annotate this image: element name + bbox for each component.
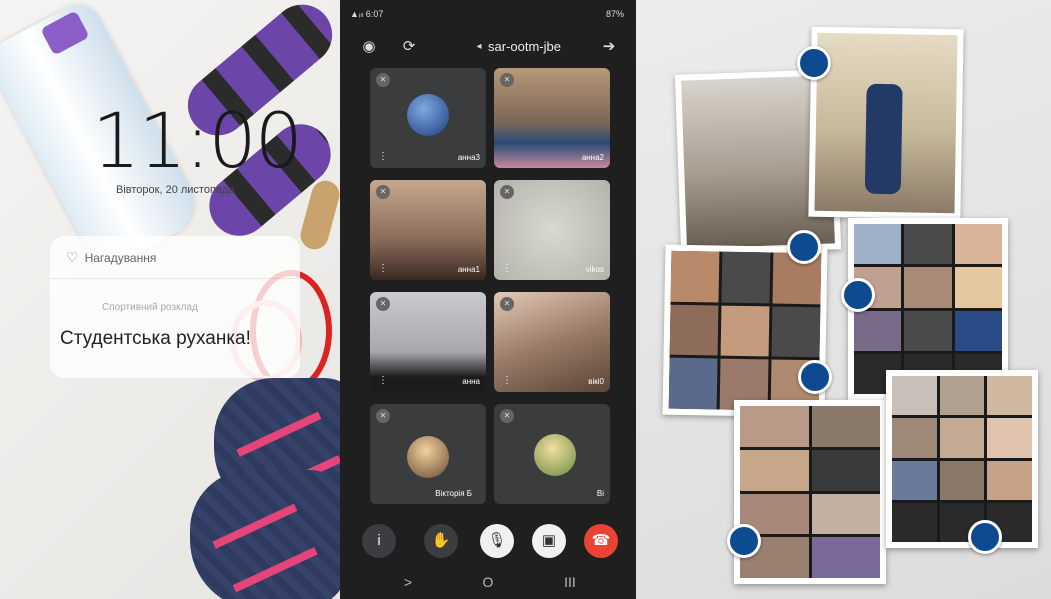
mic-off-icon: ✕ [376, 297, 390, 311]
mic-off-icon: ✕ [500, 297, 514, 311]
back-nav-button[interactable]: > [396, 574, 420, 590]
reminder-notification[interactable]: ♡ Нагадування Спортивний розклад Студент… [50, 236, 300, 378]
meeting-screenshot [662, 244, 828, 418]
mic-off-icon: ✕ [376, 409, 390, 423]
notification-app: Нагадування [84, 250, 157, 265]
more-options-icon[interactable]: ⋮ [378, 151, 388, 162]
participant-tile[interactable]: ✕ Вікторія Б [370, 404, 486, 504]
notification-header: ♡ Нагадування [66, 249, 156, 266]
marker-dot [797, 46, 831, 80]
meeting-code[interactable]: sar-ootm-jbe [488, 39, 561, 54]
android-nav-bar: > O III [340, 570, 636, 598]
participant-name: анна3 [457, 153, 480, 162]
divider [50, 278, 300, 279]
exercise-photo [808, 26, 964, 220]
participant-tile[interactable]: ✕ анна2 [494, 68, 610, 168]
marker-dot [727, 524, 761, 558]
participant-tile[interactable]: ✕ ⋮ анна3 [370, 68, 486, 168]
lockscreen-panel: 11:00 Вівторок, 20 листопада ♡ Нагадуван… [0, 0, 340, 599]
meeting-screenshot [734, 400, 886, 584]
meeting-toolbar: ◉ ⟳ ◂ sar-ootm-jbe ➔ [340, 32, 636, 62]
more-options-icon[interactable]: ⋮ [502, 375, 512, 386]
avatar [407, 436, 449, 478]
end-call-button[interactable]: ☎ [584, 524, 618, 558]
mic-toggle-button[interactable]: 🎙 [480, 524, 514, 558]
lockscreen-clock: 11:00 [92, 96, 303, 185]
more-options-icon[interactable]: ⋮ [378, 375, 388, 386]
switch-camera-icon[interactable]: ⟳ [398, 36, 420, 58]
marker-dot [798, 360, 832, 394]
marker-dot [968, 520, 1002, 554]
info-button[interactable]: i [362, 524, 396, 558]
participant-tile[interactable]: ✕ ⋮ вікі0 [494, 292, 610, 392]
participant-name: Вікторія Б [435, 489, 472, 498]
more-options-icon[interactable]: ⋮ [378, 263, 388, 274]
participant-name: анна2 [581, 153, 604, 162]
participant-name: вікі0 [588, 377, 604, 386]
marker-dot [787, 230, 821, 264]
call-controls: i ✋ 🎙 ▣ ☎ [340, 522, 636, 562]
raise-hand-button[interactable]: ✋ [424, 524, 458, 558]
notification-title: Студентська руханка! [60, 328, 251, 349]
video-call-phone: ▲ᵢₗₗ 6:07 87% ◉ ⟳ ◂ sar-ootm-jbe ➔ ✕ ⋮ а… [340, 0, 636, 599]
participant-name: vikos [585, 265, 604, 274]
participant-name: Ві [596, 489, 604, 498]
speaker-icon[interactable]: ◉ [358, 36, 380, 58]
marker-dot [841, 278, 875, 312]
status-bar: ▲ᵢₗₗ 6:07 87% [340, 0, 636, 28]
status-left: ▲ᵢₗₗ 6:07 [350, 9, 384, 19]
participant-tile[interactable]: ✕ Ві [494, 404, 610, 504]
chevron-left-icon: ◂ [476, 41, 482, 52]
share-icon[interactable]: ➔ [598, 36, 620, 58]
participant-tile[interactable]: ✕ ⋮ анна [370, 292, 486, 392]
mic-off-icon: ✕ [500, 73, 514, 87]
home-nav-button[interactable]: O [476, 574, 500, 590]
notification-subtitle: Спортивний розклад [102, 302, 198, 313]
participant-name: анна1 [457, 265, 480, 274]
battery-level: 87% [605, 9, 624, 19]
recents-nav-button[interactable]: III [558, 574, 582, 590]
heart-icon: ♡ [66, 249, 79, 265]
sneaker-image [190, 470, 340, 599]
participant-tile[interactable]: ✕ ⋮ анна1 [370, 180, 486, 280]
avatar [534, 434, 576, 476]
mic-off-icon: ✕ [500, 185, 514, 199]
avatar [407, 94, 449, 136]
participant-tile[interactable]: ✕ ⋮ vikos [494, 180, 610, 280]
mic-off-icon: ✕ [376, 73, 390, 87]
mic-off-icon: ✕ [500, 409, 514, 423]
mic-off-icon: ✕ [376, 185, 390, 199]
lockscreen-date: Вівторок, 20 листопада [116, 184, 235, 196]
more-options-icon[interactable]: ⋮ [502, 263, 512, 274]
participant-name: анна [462, 377, 480, 386]
camera-toggle-button[interactable]: ▣ [532, 524, 566, 558]
screenshots-collage [636, 0, 1051, 599]
meeting-screenshot [886, 370, 1038, 548]
